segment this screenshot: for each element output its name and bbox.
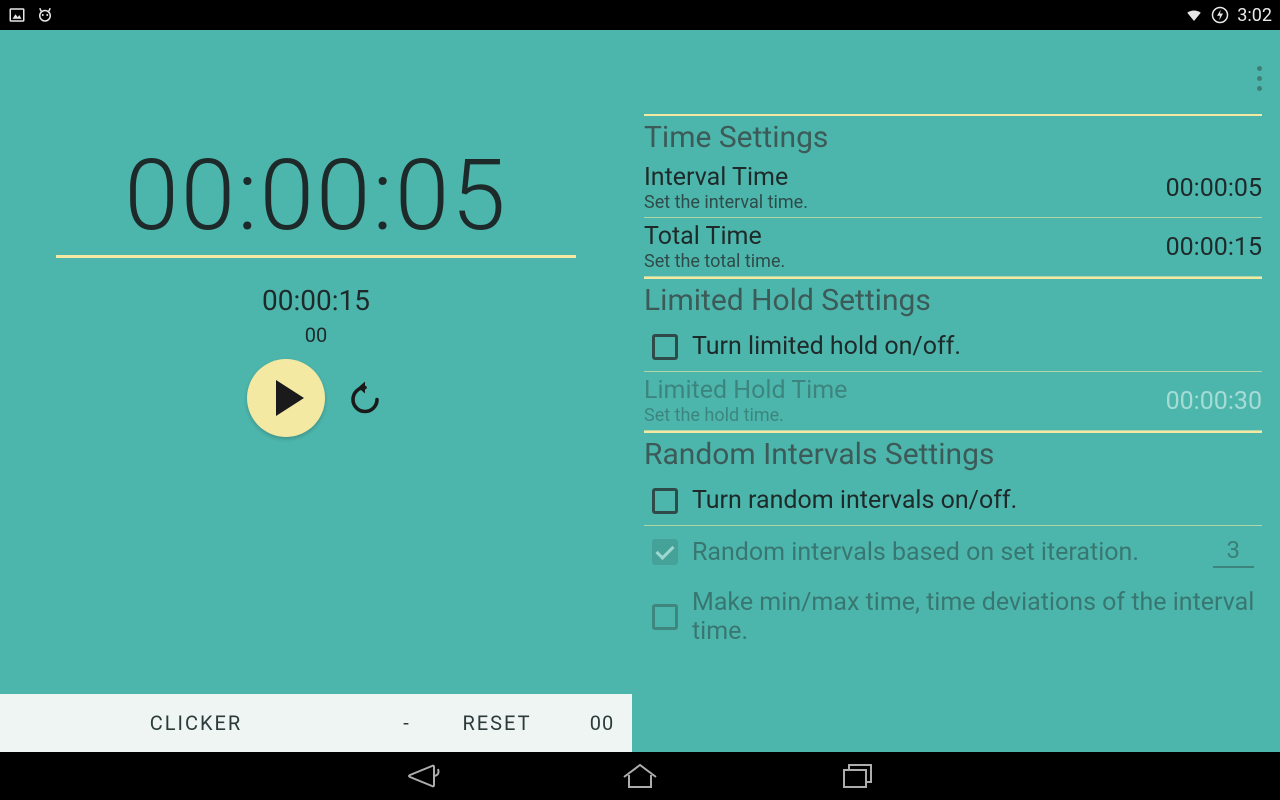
gallery-icon bbox=[8, 6, 26, 24]
random-minmax-row: Make min/max time, time deviations of th… bbox=[644, 578, 1262, 656]
random-intervals-header: Random Intervals Settings bbox=[644, 431, 1262, 472]
time-settings-header: Time Settings bbox=[644, 114, 1262, 155]
play-icon bbox=[276, 380, 304, 416]
interval-time-title: Interval Time bbox=[644, 163, 808, 192]
limited-hold-header: Limited Hold Settings bbox=[644, 277, 1262, 318]
limited-hold-label: Turn limited hold on/off. bbox=[692, 332, 1262, 361]
back-button[interactable] bbox=[404, 761, 440, 791]
random-iteration-row: Random intervals based on set iteration.… bbox=[644, 526, 1262, 578]
random-iteration-checkbox bbox=[652, 539, 678, 565]
overflow-menu-button[interactable] bbox=[1257, 66, 1262, 91]
random-iteration-label: Random intervals based on set iteration. bbox=[692, 538, 1179, 567]
reset-icon bbox=[347, 380, 383, 416]
clicker-button[interactable]: CLICKER bbox=[0, 711, 392, 735]
wifi-icon bbox=[1185, 6, 1203, 24]
status-time: 3:02 bbox=[1237, 5, 1272, 26]
timer-panel: 00:00:05 00:00:15 00 CLICKER - RESET 00 bbox=[0, 30, 632, 752]
iteration-counter: 00 bbox=[305, 323, 327, 347]
total-time-display: 00:00:15 bbox=[262, 284, 370, 317]
interval-time-value: 00:00:05 bbox=[1166, 174, 1262, 203]
reset-button[interactable] bbox=[345, 378, 385, 418]
random-intervals-checkbox[interactable] bbox=[652, 488, 678, 514]
limited-hold-checkbox[interactable] bbox=[652, 334, 678, 360]
random-intervals-label: Turn random intervals on/off. bbox=[692, 486, 1262, 515]
limited-hold-time-title: Limited Hold Time bbox=[644, 376, 847, 405]
recents-button[interactable] bbox=[840, 761, 876, 791]
total-time-sub: Set the total time. bbox=[644, 251, 785, 272]
clicker-bar: CLICKER - RESET 00 bbox=[0, 694, 632, 752]
limited-hold-time-sub: Set the hold time. bbox=[644, 405, 847, 426]
total-time-value: 00:00:15 bbox=[1166, 233, 1262, 262]
random-minmax-checkbox bbox=[652, 604, 678, 630]
limited-hold-time-row: Limited Hold Time Set the hold time. 00:… bbox=[644, 372, 1262, 431]
random-intervals-toggle-row[interactable]: Turn random intervals on/off. bbox=[644, 476, 1262, 526]
clicker-count: 00 bbox=[572, 711, 632, 735]
battery-charging-icon bbox=[1211, 6, 1229, 24]
timer-underline bbox=[56, 255, 576, 258]
settings-panel: Time Settings Interval Time Set the inte… bbox=[632, 30, 1280, 752]
interval-time-sub: Set the interval time. bbox=[644, 192, 808, 213]
total-time-title: Total Time bbox=[644, 222, 785, 251]
play-button[interactable] bbox=[247, 359, 325, 437]
android-nav-bar bbox=[0, 752, 1280, 800]
interval-display: 00:00:05 bbox=[124, 138, 507, 253]
cyanogen-icon bbox=[36, 6, 54, 24]
app-container: 00:00:05 00:00:15 00 CLICKER - RESET 00 bbox=[0, 30, 1280, 752]
clicker-divider: - bbox=[392, 711, 422, 735]
random-minmax-label: Make min/max time, time deviations of th… bbox=[692, 588, 1262, 646]
random-iteration-value: 3 bbox=[1213, 536, 1255, 568]
limited-hold-toggle-row[interactable]: Turn limited hold on/off. bbox=[644, 322, 1262, 372]
clicker-reset-button[interactable]: RESET bbox=[422, 711, 572, 735]
total-time-row[interactable]: Total Time Set the total time. 00:00:15 bbox=[644, 218, 1262, 277]
android-status-bar: 3:02 bbox=[0, 0, 1280, 30]
limited-hold-time-value: 00:00:30 bbox=[1166, 387, 1262, 416]
home-button[interactable] bbox=[620, 761, 660, 791]
interval-time-row[interactable]: Interval Time Set the interval time. 00:… bbox=[644, 159, 1262, 218]
